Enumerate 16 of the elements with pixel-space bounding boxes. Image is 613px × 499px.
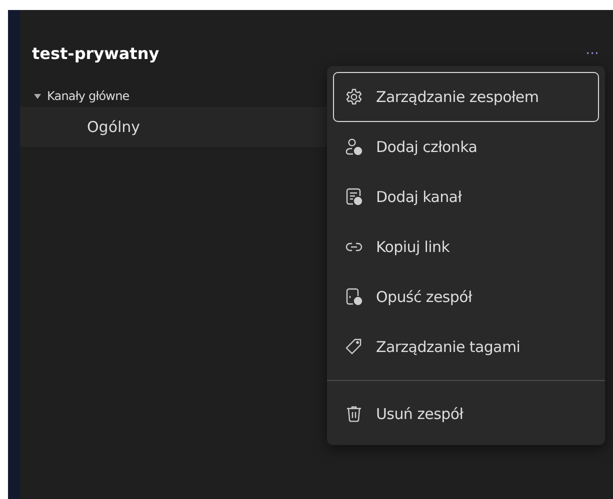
channel-group[interactable]: Kanały główne	[34, 89, 130, 103]
more-button[interactable]: ···	[582, 46, 603, 62]
menu-item[interactable]: Zarządzanie tagami	[333, 322, 599, 372]
menu-item[interactable]: Opuść zespół	[333, 272, 599, 322]
channel-add-icon	[344, 187, 364, 207]
menu-item[interactable]: Usuń zespół	[333, 389, 599, 439]
caret-icon	[34, 94, 41, 98]
trash-icon	[344, 404, 364, 424]
team-name: test-prywatny	[32, 44, 160, 63]
gear-icon	[344, 87, 364, 107]
menu-item[interactable]: Zarządzanie zespołem	[333, 72, 599, 122]
door-leave-icon	[344, 287, 364, 307]
menu-item[interactable]: Kopiuj link	[333, 222, 599, 272]
tag-icon	[344, 337, 364, 357]
person-add-icon	[344, 137, 364, 157]
menu-item[interactable]: Dodaj kanał	[333, 172, 599, 222]
